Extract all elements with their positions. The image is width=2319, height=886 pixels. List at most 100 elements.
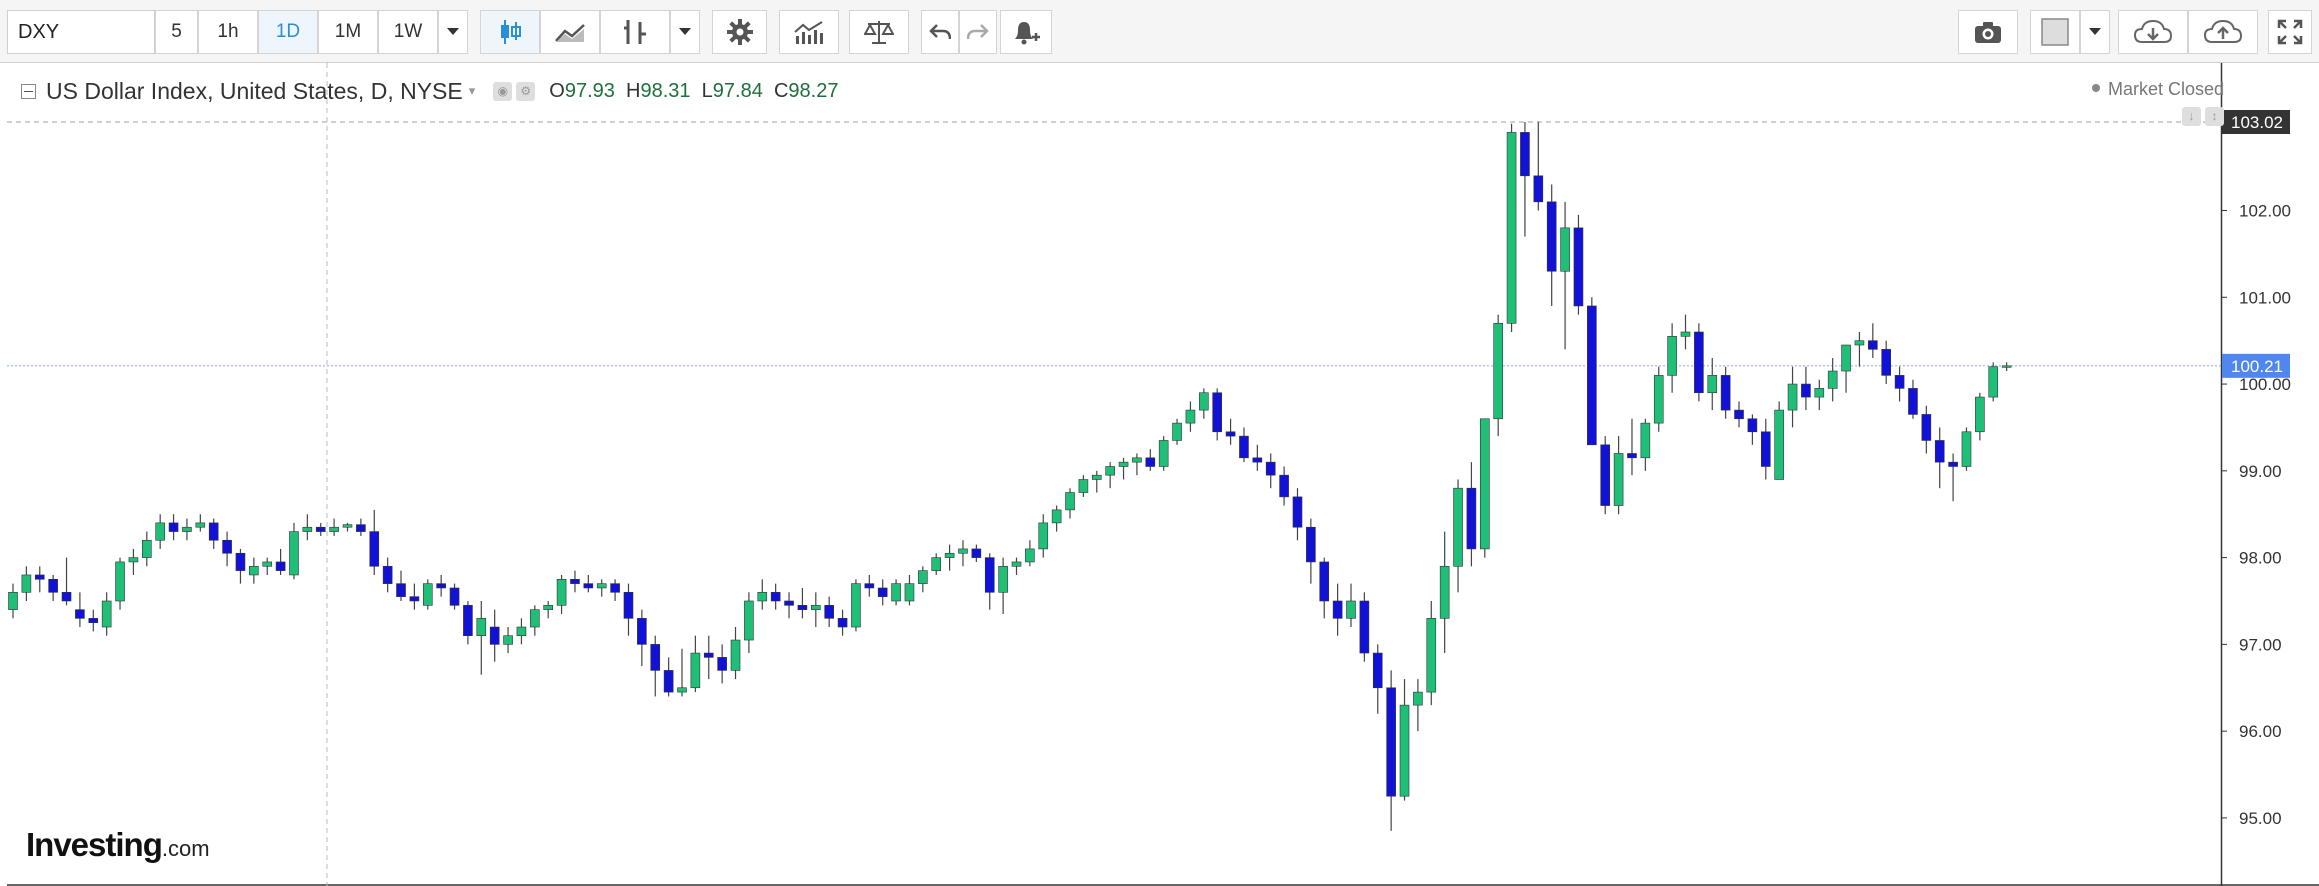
legend-dropdown-icon[interactable]: ▾ xyxy=(469,83,476,99)
candle-up xyxy=(1011,561,1022,567)
candle-up xyxy=(1560,227,1570,272)
candle-up xyxy=(958,548,968,554)
indicator-icon xyxy=(624,20,646,44)
scale-fit-icon[interactable]: ↕ xyxy=(2205,107,2224,126)
candle-up xyxy=(1480,418,1490,550)
candle-up xyxy=(891,583,901,602)
add-alert-button[interactable] xyxy=(1000,10,1052,54)
settings-button[interactable] xyxy=(712,10,767,54)
ohlc-readout: O97.93 H98.31 L97.84 C98.27 xyxy=(549,80,838,103)
logo-brand: Investing xyxy=(26,826,163,863)
y-tick-label: 99.00 xyxy=(2239,462,2282,481)
interval-1d-button[interactable]: 1D xyxy=(258,10,318,54)
candle-down xyxy=(235,552,246,571)
redo-button[interactable] xyxy=(959,10,997,54)
settings-small-icon[interactable]: ⚙ xyxy=(516,81,536,101)
candle-up xyxy=(1774,409,1784,480)
candle-up xyxy=(1105,466,1115,476)
candle-down xyxy=(75,609,85,619)
settings-gear-icon xyxy=(726,19,753,45)
save-chart-button[interactable] xyxy=(2188,10,2258,54)
interval-1m-button[interactable]: 1M xyxy=(318,10,378,54)
candle-up xyxy=(851,583,861,628)
candle-up xyxy=(690,652,701,689)
screenshot-button[interactable] xyxy=(1958,10,2018,54)
interval-dropdown-button[interactable] xyxy=(438,10,468,54)
candle-down xyxy=(436,583,446,589)
indicators-dropdown-button[interactable] xyxy=(670,10,700,54)
candle-up xyxy=(998,565,1008,593)
candle-up xyxy=(1707,375,1718,394)
y-tick-label: 98.00 xyxy=(2239,549,2282,568)
candle-down xyxy=(1239,435,1249,459)
interval-1h-button[interactable]: 1h xyxy=(198,10,258,54)
chart-legend: US Dollar Index, United States, D, NYSE … xyxy=(21,75,838,107)
candle-up xyxy=(516,626,527,636)
candle-up xyxy=(262,561,273,567)
candle-down xyxy=(449,587,460,606)
candle-down xyxy=(1894,375,1905,389)
candle-down xyxy=(784,600,794,606)
logo-suffix: .com xyxy=(161,836,210,861)
candle-down xyxy=(34,574,45,580)
candlestick-style-button[interactable] xyxy=(480,10,540,54)
candle-down xyxy=(971,548,982,558)
investing-logo: Investing.com xyxy=(26,826,210,864)
symbol-search-input[interactable] xyxy=(7,10,155,54)
status-dot-icon xyxy=(2091,84,2100,93)
fullscreen-button[interactable] xyxy=(2268,10,2312,54)
candle-up xyxy=(904,583,915,602)
candle-down xyxy=(1734,409,1744,420)
candle-up xyxy=(2001,365,2012,368)
collapse-legend-icon[interactable] xyxy=(21,83,36,99)
candle-down xyxy=(1921,414,1932,441)
studies-button[interactable] xyxy=(779,10,839,54)
undo-button[interactable] xyxy=(921,10,959,54)
background-color-button[interactable] xyxy=(2030,10,2080,54)
candle-down xyxy=(1747,418,1758,433)
eye-icon[interactable]: ◉ xyxy=(493,81,513,101)
candle-down xyxy=(1225,431,1236,437)
y-tick-label: 97.00 xyxy=(2239,635,2282,654)
candle-down xyxy=(824,605,834,619)
high-label: H xyxy=(626,79,641,102)
candle-up xyxy=(556,578,567,606)
candle-down xyxy=(1520,132,1530,177)
y-tick-label: 96.00 xyxy=(2239,722,2282,741)
candle-up xyxy=(543,605,554,610)
candle-up xyxy=(931,557,942,571)
close-label: C xyxy=(773,79,789,102)
candle-down xyxy=(717,657,727,671)
candle-up xyxy=(1025,548,1035,563)
candle-up xyxy=(115,561,125,602)
load-chart-button[interactable] xyxy=(2118,10,2188,54)
scale-down-icon[interactable]: ↓ xyxy=(2182,107,2201,126)
candle-up xyxy=(128,557,139,563)
interval-1w-button[interactable]: 1W xyxy=(378,10,438,54)
compare-button[interactable] xyxy=(849,10,909,54)
candle-down xyxy=(1546,201,1557,272)
candle-up xyxy=(1199,392,1209,411)
interval-5m-button[interactable]: 5 xyxy=(155,10,198,54)
area-chart-icon xyxy=(555,24,585,42)
candlestick-chart[interactable]: 95.00 96.00 97.00 98.00 99.00 100.00 101.00 102… xyxy=(7,63,2319,886)
legend-title: US Dollar Index, United States, D, NYSE xyxy=(46,77,463,104)
candle-up xyxy=(476,618,487,636)
indicators-button[interactable] xyxy=(600,10,670,54)
candle-down xyxy=(1386,687,1396,797)
candle-up xyxy=(1038,522,1049,550)
chart-area[interactable]: 95.00 96.00 97.00 98.00 99.00 100.00 101.00 102… xyxy=(7,63,2319,886)
price-marker-label: 103.02 xyxy=(2231,113,2283,132)
candle-down xyxy=(1801,383,1811,398)
candle-up xyxy=(1346,600,1356,619)
candle-down xyxy=(797,605,808,610)
candle-up xyxy=(1841,344,1851,372)
candle-up xyxy=(195,522,206,528)
candle-down xyxy=(463,605,473,636)
candle-up xyxy=(342,524,353,528)
background-color-dropdown-button[interactable] xyxy=(2080,10,2110,54)
candle-down xyxy=(369,531,380,567)
candle-down xyxy=(356,524,366,532)
y-tick-label: 102.00 xyxy=(2239,202,2291,221)
area-style-button[interactable] xyxy=(540,10,600,54)
